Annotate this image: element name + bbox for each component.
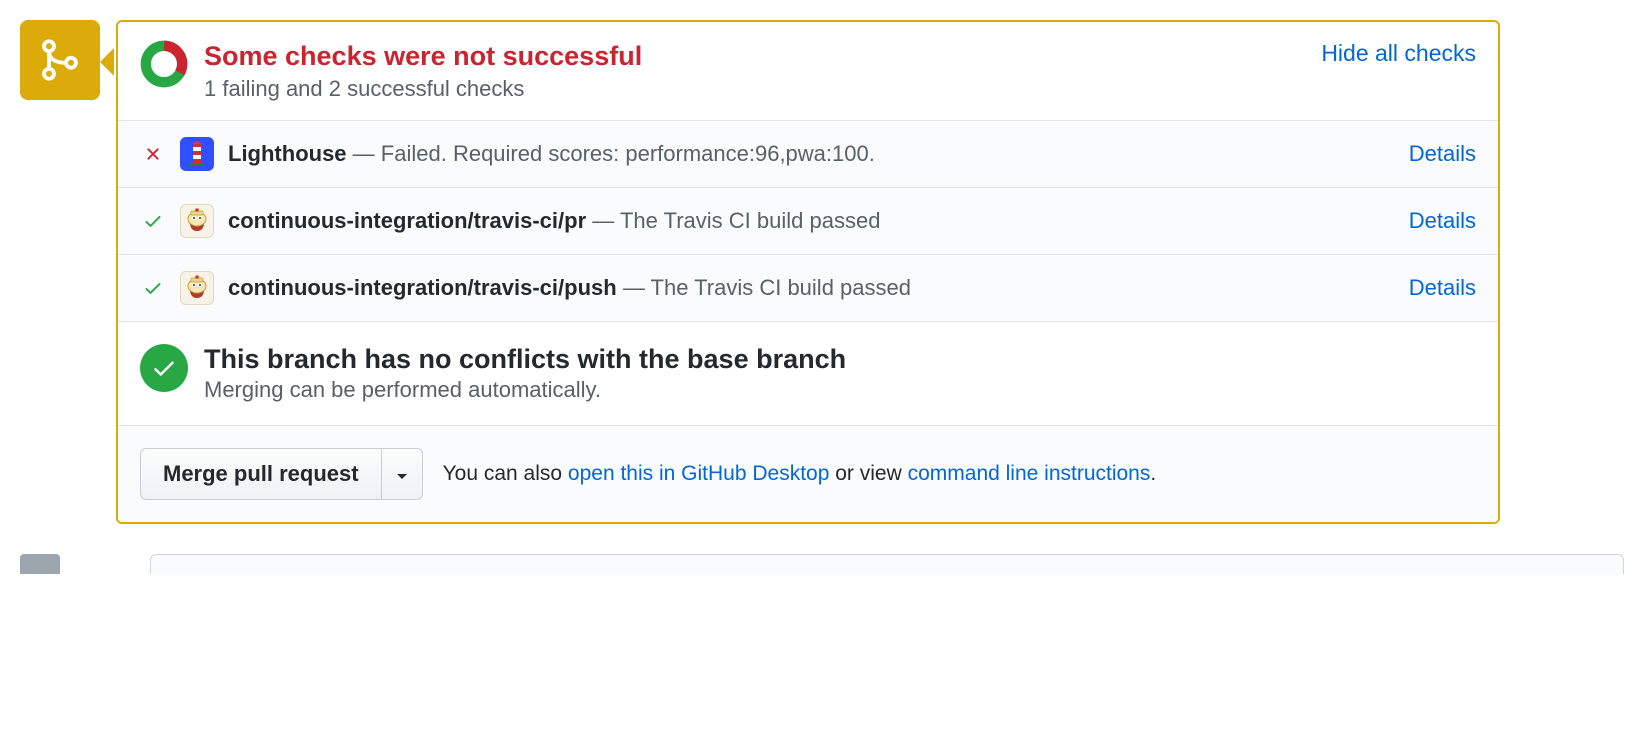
- check-text: Lighthouse — Failed. Required scores: pe…: [228, 141, 1395, 167]
- check-description: The Travis CI build passed: [620, 208, 880, 233]
- check-description: The Travis CI build passed: [651, 275, 911, 300]
- success-circle-icon: [140, 344, 188, 392]
- lighthouse-avatar: [180, 137, 214, 171]
- check-icon: [140, 211, 166, 231]
- status-donut-icon: [140, 40, 188, 88]
- check-description: Failed. Required scores: performance:96,…: [381, 141, 875, 166]
- check-text: continuous-integration/travis-ci/push — …: [228, 275, 1395, 301]
- check-name: Lighthouse: [228, 141, 347, 166]
- git-merge-icon: [38, 38, 82, 82]
- check-row: continuous-integration/travis-ci/push — …: [118, 254, 1498, 321]
- avatar: [20, 554, 60, 574]
- check-details-link[interactable]: Details: [1409, 208, 1476, 234]
- hide-all-checks-link[interactable]: Hide all checks: [1321, 40, 1476, 67]
- comment-box-stub: [150, 554, 1624, 574]
- open-github-desktop-link[interactable]: open this in GitHub Desktop: [568, 462, 829, 485]
- checks-summary: Some checks were not successful 1 failin…: [118, 22, 1498, 120]
- check-name: continuous-integration/travis-ci/pr: [228, 208, 586, 233]
- check-details-link[interactable]: Details: [1409, 141, 1476, 167]
- merge-pull-request-button[interactable]: Merge pull request: [140, 448, 382, 500]
- comment-stub: [20, 554, 1624, 574]
- checks-summary-title: Some checks were not successful: [204, 40, 642, 72]
- check-name: continuous-integration/travis-ci/push: [228, 275, 617, 300]
- check-row: Lighthouse — Failed. Required scores: pe…: [118, 120, 1498, 187]
- merge-button-group: Merge pull request: [140, 448, 423, 500]
- merge-options-dropdown[interactable]: [382, 448, 423, 500]
- merge-conflict-status: This branch has no conflicts with the ba…: [118, 321, 1498, 425]
- x-icon: [140, 144, 166, 164]
- merge-action-bar: Merge pull request You can also open thi…: [118, 425, 1498, 522]
- merge-hint-text: You can also open this in GitHub Desktop…: [443, 462, 1157, 486]
- check-icon: [140, 278, 166, 298]
- command-line-instructions-link[interactable]: command line instructions: [908, 462, 1151, 485]
- travis-avatar: [180, 204, 214, 238]
- check-details-link[interactable]: Details: [1409, 275, 1476, 301]
- caret-down-icon: [396, 473, 408, 481]
- merge-status-panel: Some checks were not successful 1 failin…: [116, 20, 1500, 524]
- conflict-title: This branch has no conflicts with the ba…: [204, 344, 846, 375]
- conflict-subtitle: Merging can be performed automatically.: [204, 377, 846, 403]
- checks-summary-subtitle: 1 failing and 2 successful checks: [204, 76, 642, 102]
- merge-timeline-badge: [20, 20, 100, 100]
- check-text: continuous-integration/travis-ci/pr — Th…: [228, 208, 1395, 234]
- travis-avatar: [180, 271, 214, 305]
- check-row: continuous-integration/travis-ci/pr — Th…: [118, 187, 1498, 254]
